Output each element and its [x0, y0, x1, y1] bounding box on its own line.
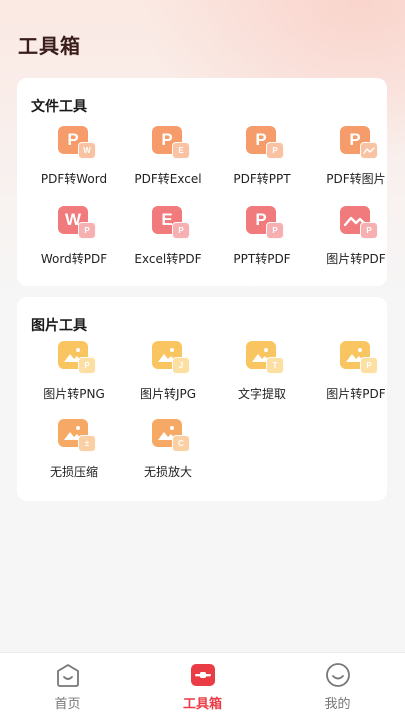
icon-sub-badge: W: [78, 142, 96, 159]
icon-sub-badge: J: [172, 357, 190, 374]
tab-mine[interactable]: 我的: [270, 653, 405, 721]
icon-sub-badge: E: [172, 142, 190, 159]
file-tools-card: 文件工具 P W PDF转Word P E PDF转Excel P P PDF转PPT P PDF转…: [17, 78, 387, 286]
tool-pdf-to-excel[interactable]: P E PDF转Excel: [121, 126, 215, 196]
image-to-pdf-icon: P: [340, 341, 378, 374]
image-tools-card: 图片工具 P 图片转PNG J 图片转JPG T 文字提取 P 图片转PDF ± 无损压缩 C 无损放…: [17, 297, 387, 501]
tool-image-to-pdf[interactable]: P 图片转PDF: [309, 206, 403, 276]
tool-label: PDF转图片: [326, 172, 386, 186]
icon-sub-badge: P: [266, 222, 284, 239]
pdf-to-image-icon: P: [340, 126, 378, 159]
tool-label: 图片转PNG: [43, 387, 105, 401]
tool-pdf-to-ppt[interactable]: P P PDF转PPT: [215, 126, 309, 196]
profile-smile-icon: [326, 663, 350, 687]
home-smile-icon: [57, 664, 79, 687]
ppt-to-pdf-icon: PP: [246, 206, 284, 239]
tab-home-label: 首页: [54, 697, 81, 712]
tool-label: PDF转Word: [40, 172, 108, 186]
tool-label: 无损放大: [143, 465, 192, 479]
icon-sub-badge: ±: [78, 435, 96, 452]
image-to-png-icon: P: [58, 341, 96, 374]
tab-toolbox-label: 工具箱: [182, 697, 222, 712]
tool-label: 无损压缩: [49, 465, 98, 479]
tool-ppt-to-pdf[interactable]: P P PPT转PDF: [215, 206, 309, 276]
tool-word-to-pdf[interactable]: W P Word转PDF: [27, 206, 121, 276]
tool-image-to-pdf[interactable]: P 图片转PDF: [309, 341, 403, 411]
icon-sub-badge: P: [78, 222, 96, 239]
tab-home[interactable]: 首页: [0, 653, 135, 721]
icon-sub-badge: C: [172, 435, 190, 452]
page-title: 工具箱: [18, 34, 81, 58]
tool-label: 图片转PDF: [326, 387, 386, 401]
excel-to-pdf-icon: EP: [152, 206, 190, 239]
icon-sub-badge: [360, 142, 378, 159]
tool-text-extract[interactable]: T 文字提取: [215, 341, 309, 411]
tool-label: PPT转PDF: [233, 252, 291, 266]
tool-excel-to-pdf[interactable]: E P Excel转PDF: [121, 206, 215, 276]
word-to-pdf-icon: WP: [58, 206, 96, 239]
file-tools-title: 文件工具: [31, 99, 87, 115]
tool-pdf-to-word[interactable]: P W PDF转Word: [27, 126, 121, 196]
icon-sub-badge: P: [266, 142, 284, 159]
icon-sub-badge: P: [172, 222, 190, 239]
lossless-compress-icon: ±: [58, 419, 96, 452]
pdf-to-word-icon: PW: [58, 126, 96, 159]
tool-label: 图片转PDF: [326, 252, 386, 266]
icon-sub-badge: P: [78, 357, 96, 374]
tool-lossless-enlarge[interactable]: C 无损放大: [121, 419, 215, 489]
icon-sub-badge: T: [266, 357, 284, 374]
tool-pdf-to-image[interactable]: P PDF转图片: [309, 126, 403, 196]
lossless-enlarge-icon: C: [152, 419, 190, 452]
icon-sub-badge: P: [360, 222, 378, 239]
tool-image-to-jpg[interactable]: J 图片转JPG: [121, 341, 215, 411]
pdf-to-ppt-icon: PP: [246, 126, 284, 159]
tool-label: PDF转PPT: [233, 172, 291, 186]
image-to-jpg-icon: J: [152, 341, 190, 374]
image-tools-title: 图片工具: [31, 318, 87, 334]
tool-label: Excel转PDF: [134, 252, 202, 266]
icon-sub-badge: P: [360, 357, 378, 374]
bottom-tab-bar: 首页 工具箱 我的: [0, 652, 405, 721]
tool-label: 图片转JPG: [139, 387, 197, 401]
tool-lossless-compress[interactable]: ± 无损压缩: [27, 419, 121, 489]
tool-label: PDF转Excel: [134, 172, 202, 186]
toolbox-icon: [191, 664, 215, 686]
tab-mine-label: 我的: [324, 697, 351, 712]
text-extract-icon: T: [246, 341, 284, 374]
tool-label: Word转PDF: [40, 252, 108, 266]
tool-label: 文字提取: [237, 387, 286, 401]
pdf-to-excel-icon: PE: [152, 126, 190, 159]
tab-toolbox[interactable]: 工具箱: [135, 653, 270, 721]
image-to-pdf-icon: P: [340, 206, 378, 239]
tool-image-to-png[interactable]: P 图片转PNG: [27, 341, 121, 411]
